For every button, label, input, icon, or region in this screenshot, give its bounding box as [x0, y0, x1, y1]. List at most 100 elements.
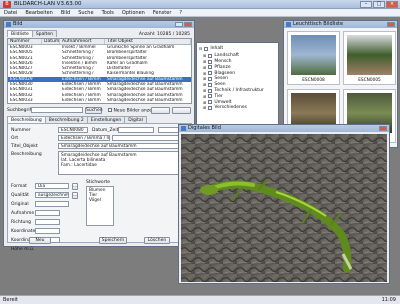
titel-field[interactable]: Smaragdeidechse auf Baumstamm	[58, 143, 188, 149]
expand-icon[interactable]: ⊞	[203, 76, 206, 81]
format-dots-button[interactable]: ...	[72, 183, 78, 190]
aufnahme-field[interactable]	[35, 210, 60, 216]
thumbnail[interactable]: ESCN0005	[343, 31, 396, 85]
expand-icon[interactable]: ⊞	[203, 65, 206, 70]
menu-bearbeiten[interactable]: Bearbeiten	[25, 10, 52, 16]
col-titel[interactable]: Titel Objekt	[105, 39, 191, 44]
tab-bildliste[interactable]: Bildliste	[7, 30, 33, 37]
bild-window-close-button[interactable]	[184, 22, 192, 27]
expand-icon[interactable]: ⊞	[203, 59, 206, 64]
new-button[interactable]: Neu	[29, 237, 51, 244]
table-cell	[42, 98, 60, 103]
koordinate-x-field[interactable]	[35, 228, 60, 234]
expand-icon[interactable]: ⊞	[203, 100, 206, 105]
original-field[interactable]	[35, 201, 69, 207]
expand-icon[interactable]: ⊞	[203, 88, 206, 93]
tree-checkbox[interactable]	[208, 71, 213, 76]
stichwort-item[interactable]: Vögel	[89, 198, 111, 203]
ort-field-2[interactable]	[112, 135, 188, 141]
tree-root[interactable]: ⊟ Inhalt	[199, 46, 223, 52]
field-label: Höhe m.ü.	[11, 247, 35, 252]
thumbnail[interactable]: ESCN0008	[287, 31, 340, 85]
tab-digital[interactable]: Digital	[124, 116, 147, 123]
ort-field[interactable]: Eidechsen / Bimma / Inhalis	[58, 135, 110, 141]
menu-tools[interactable]: Tools	[102, 10, 114, 16]
col-datum[interactable]: Datum	[42, 39, 60, 44]
digital-window-title: Digitales Bild	[188, 125, 221, 131]
tree-checkbox[interactable]	[208, 59, 213, 64]
tree-item[interactable]: ⊞ Seen	[203, 82, 226, 88]
leuchttisch-close-button[interactable]	[387, 22, 395, 27]
expand-icon[interactable]: ⊞	[203, 82, 206, 87]
quality-field[interactable]: ausgezeichnet	[35, 192, 69, 198]
leuchttisch-titlebar[interactable]: Leuchttisch Bildliste	[284, 21, 397, 28]
tree-checkbox[interactable]	[208, 105, 213, 110]
tab-beschreibung-2[interactable]: Beschreibung 2	[44, 116, 88, 123]
ort-label: Ort	[11, 136, 19, 141]
tree-item[interactable]: ⊞ Sesen	[203, 76, 228, 82]
detail-panel: Nummer ESCN0080 Datum_Zeit Ort Eidechsen…	[7, 123, 192, 252]
tree-item[interactable]: ⊞ Technik / Infrastruktur	[203, 88, 264, 94]
menu-bild[interactable]: Bild	[61, 10, 70, 16]
search-input[interactable]	[31, 107, 83, 113]
expand-icon[interactable]: ⊞	[203, 53, 206, 58]
search-button[interactable]: Suchen	[85, 107, 103, 114]
stichworte-list[interactable]: Blumen Tier Vögel	[86, 186, 114, 226]
format-field[interactable]: Dia	[35, 183, 69, 189]
tree-checkbox[interactable]	[208, 65, 213, 70]
bild-window-titlebar[interactable]: Bild	[4, 21, 194, 28]
expand-icon[interactable]: ⊞	[203, 94, 206, 99]
tree-item[interactable]: ⊞ Pflanze	[203, 65, 231, 71]
nummer-field[interactable]: ESCN0080	[58, 127, 88, 133]
menu-help[interactable]: ?	[179, 10, 182, 16]
richtung-field[interactable]	[35, 219, 60, 225]
bild-window-min-button[interactable]	[175, 22, 183, 27]
tree-item[interactable]: ⊞ Verschiedenes	[203, 105, 247, 111]
tree-checkbox[interactable]	[208, 88, 213, 93]
tree-checkbox[interactable]	[208, 76, 213, 81]
field-label: Richtung	[11, 220, 32, 225]
save-button[interactable]: Speichern	[99, 237, 127, 244]
close-button[interactable]: ×	[386, 1, 398, 8]
tab-spalten[interactable]: Spalten	[31, 30, 57, 37]
tree-item-label: Technik / Infrastruktur	[214, 88, 264, 94]
image-table: Nummer Datum Aufnahmeort Titel Objekt ES…	[7, 38, 192, 104]
tree-item-label: Seen	[214, 82, 226, 88]
digital-titlebar[interactable]: Digitales Bild	[179, 125, 389, 132]
menu-datei[interactable]: Datei	[4, 10, 17, 16]
filter-button-2[interactable]	[172, 107, 191, 114]
tree-checkbox[interactable]	[208, 100, 213, 105]
menu-fenster[interactable]: Fenster	[153, 10, 172, 16]
tab-einstellungen[interactable]: Einstellungen	[86, 116, 126, 123]
titel-label: Titel_Objekt	[11, 144, 38, 149]
delete-button[interactable]: Löschen	[144, 237, 170, 244]
new-images-checkbox[interactable]	[108, 108, 112, 112]
tree-checkbox[interactable]	[208, 82, 213, 87]
tree-checkbox[interactable]	[208, 53, 213, 58]
record-count: Anzahl: 10285 / 10285	[138, 32, 190, 37]
tree-item[interactable]: ⊞ Tier	[203, 94, 223, 100]
tree-item-label: Landschaft	[214, 53, 240, 59]
maximize-button[interactable]: □	[373, 1, 385, 8]
datum-field[interactable]	[118, 127, 154, 133]
menu-optionen[interactable]: Optionen	[122, 10, 145, 16]
beschreibung-field[interactable]: Smaragdeidechse auf Baumstamm lat. Lacer…	[58, 151, 188, 175]
tree-item[interactable]: ⊞ Landschaft	[203, 53, 239, 59]
tab-beschreibung[interactable]: Beschreibung	[7, 116, 46, 123]
quality-dots-button[interactable]: ...	[72, 192, 78, 199]
menu-suche[interactable]: Suche	[78, 10, 93, 16]
tree-item-label: Verschiedenes	[214, 105, 247, 111]
filter-button-1[interactable]	[151, 107, 170, 114]
tree-checkbox[interactable]	[204, 46, 209, 51]
tree-checkbox[interactable]	[208, 94, 213, 99]
table-row[interactable]: ESCN0033 Eidechsen / Bimm Smaragdeidechse …	[8, 98, 191, 103]
digital-close-button[interactable]	[379, 126, 387, 131]
col-nummer[interactable]: Nummer	[8, 39, 42, 44]
expand-icon[interactable]: ⊞	[203, 105, 206, 110]
minimize-button[interactable]: –	[360, 1, 372, 8]
tree-item[interactable]: ⊞ Mensch	[203, 59, 232, 65]
col-aufnahmeort[interactable]: Aufnahmeort	[60, 39, 105, 44]
expand-icon[interactable]: ⊞	[203, 71, 206, 76]
app-icon: B	[3, 1, 11, 8]
bild-window: Bild Bildliste Spalten Anzahl: 10285 / 10…	[3, 20, 195, 252]
